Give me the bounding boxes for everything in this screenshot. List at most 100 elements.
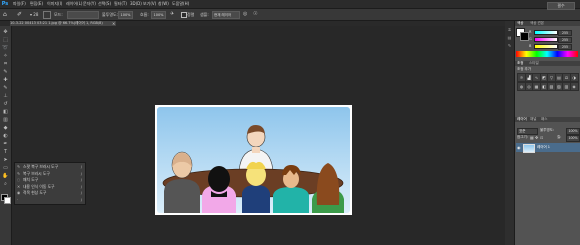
menu-item-3[interactable]: 레이어(L) (66, 0, 82, 8)
eraser-icon[interactable]: ◧ (2, 110, 9, 115)
menu-item-10[interactable]: 도움말(H) (172, 0, 189, 8)
menu-item-0[interactable]: 파일(F) (13, 0, 26, 8)
blue-channel-label: B (529, 44, 532, 48)
blend-mode-select[interactable]: 표준 (517, 128, 538, 135)
clone-stamp-tool-icon[interactable]: ✐ (17, 10, 26, 19)
tab-layers[interactable]: 레이어 (517, 117, 527, 122)
flyout-item-label: 패치 도구 (23, 177, 39, 183)
adjustments-panel-header (515, 61, 580, 66)
green-channel-value[interactable]: 255 (558, 37, 572, 43)
flyout-item[interactable]: · J (17, 197, 83, 203)
brush-size-label: ▾ 28 (30, 12, 39, 17)
airbrush-icon[interactable]: ✈ (170, 10, 176, 19)
layer-visibility-icon[interactable]: ◉ (517, 145, 521, 150)
bw-icon[interactable]: ◑ (569, 73, 579, 82)
background-color-swatch[interactable] (4, 197, 11, 204)
menu-item-9[interactable]: 창(W) (158, 0, 169, 8)
brush-settings-icon[interactable]: ✎ (507, 43, 512, 48)
red-channel-slider[interactable] (534, 30, 558, 35)
flyout-item[interactable]: ✎ 복구 브러시 도구 J (17, 171, 83, 177)
red-channel-value[interactable]: 255 (558, 30, 572, 36)
lock-position-icon[interactable]: ✥ (535, 135, 538, 140)
green-channel-slider[interactable] (534, 37, 558, 42)
menu-item-6[interactable]: 필터(T) (114, 0, 127, 8)
blue-channel-slider[interactable] (534, 44, 558, 49)
pressure-icon[interactable]: ☉ (253, 10, 259, 19)
flyout-item[interactable]: ◉ 적목 현상 도구 J (17, 190, 83, 196)
move-tool-icon[interactable]: ✥ (2, 30, 9, 35)
menu-item-1[interactable]: 편집(E) (30, 0, 43, 8)
close-tab-icon[interactable]: × (112, 21, 116, 26)
lock-pixels-icon[interactable]: ▦ (530, 135, 534, 140)
dodge-tool-icon[interactable]: ◐ (2, 134, 9, 139)
ignore-adjustment-icon[interactable]: ◎ (243, 10, 249, 19)
panel-background-swatch[interactable] (520, 32, 529, 41)
tab-color[interactable]: 색상 (517, 21, 523, 26)
quick-select-icon[interactable]: ✧ (2, 54, 9, 59)
tab-adjustments[interactable]: 조정 (517, 61, 523, 66)
properties-icon[interactable]: ▤ (507, 35, 512, 40)
lasso-tool-icon[interactable]: ➰ (2, 46, 9, 51)
flow-field[interactable]: 100% (151, 11, 166, 19)
layer-thumbnail (523, 144, 535, 153)
history-brush-icon[interactable]: ↺ (2, 102, 9, 107)
tab-paths[interactable]: 패스 (541, 117, 547, 122)
blur-tool-icon[interactable]: ◆ (2, 126, 9, 131)
sample-label: 샘플: (200, 12, 209, 17)
menu-item-8[interactable]: 보기(V) (143, 0, 156, 8)
flyout-item[interactable]: ◌ 패치 도구 J (17, 177, 83, 183)
workspace-select[interactable]: 필수 (547, 2, 575, 10)
hand-tool-icon[interactable]: ✋ (2, 174, 9, 179)
flyout-shortcut-key: J (80, 164, 82, 169)
layer-name[interactable]: 레이어 1 (537, 145, 550, 150)
menu-item-7[interactable]: 3D(D) (130, 0, 142, 8)
flyout-item-label: 내용 인식 이동 도구 (23, 183, 55, 189)
path-select-icon[interactable]: ➤ (2, 158, 9, 163)
align-label: 정렬 (187, 12, 195, 17)
brush-panel-icon[interactable] (43, 11, 51, 19)
tab-swatches[interactable]: 색상 견본 (530, 21, 544, 26)
document-canvas[interactable] (155, 105, 352, 215)
fill-field[interactable]: 100% (566, 135, 580, 142)
flyout-item[interactable]: ✕ 내용 인식 이동 도구 J (17, 184, 83, 190)
flyout-shortcut-key: J (80, 183, 82, 189)
menu-item-4[interactable]: 문자(Y) (83, 0, 96, 8)
eyedropper-icon[interactable]: ✎ (2, 70, 9, 75)
opacity-label: 불투명도: (102, 12, 119, 17)
zoom-tool-icon[interactable]: ⌕ (2, 182, 9, 187)
healing-brush-tool-icon[interactable]: ✚ (2, 78, 9, 83)
mode-select[interactable] (67, 11, 99, 19)
tab-styles[interactable]: 스타일 (529, 61, 539, 66)
home-icon[interactable]: ⌂ (3, 10, 11, 19)
brush-tool-icon[interactable]: ✎ (2, 86, 9, 91)
menu-item-5[interactable]: 선택(S) (98, 0, 111, 8)
sample-select[interactable]: 현재 레이어 (212, 11, 240, 19)
lock-all-icon[interactable]: ⊡ (540, 135, 543, 140)
pen-tool-icon[interactable]: ✒ (2, 142, 9, 147)
layer-opacity-field[interactable]: 100% (566, 128, 580, 135)
color-panel-header (515, 21, 580, 26)
flyout-item[interactable]: ✎ 스팟 복구 브러시 도구 J (17, 164, 83, 170)
blue-channel-value[interactable]: 255 (558, 44, 572, 50)
panel-icon-strip (505, 21, 515, 245)
photoshop-logo: Ps (1, 1, 9, 7)
flyout-shortcut-key: J (80, 170, 82, 176)
menu-item-2[interactable]: 이미지(I) (47, 0, 62, 8)
lock-label: 잠그기: (517, 135, 528, 139)
type-tool-icon[interactable]: T (2, 150, 9, 155)
crop-tool-icon[interactable]: ⌗ (2, 62, 9, 67)
color-spectrum-bar[interactable] (516, 51, 578, 57)
gradient-tool-icon[interactable]: ▥ (2, 118, 9, 123)
opacity-field[interactable]: 100% (118, 11, 133, 19)
tab-channels[interactable]: 채널 (530, 117, 536, 122)
history-icon[interactable]: ⧖ (507, 27, 512, 32)
shape-tool-icon[interactable]: ▭ (2, 166, 9, 171)
document-tab-title: 10-3-22 00413 03:21 1.jpg @ 66.7%(레이어 1,… (10, 21, 103, 25)
document-tab[interactable]: 10-3-22 00413 03:21 1.jpg @ 66.7%(레이어 1,… (10, 21, 116, 26)
flow-label: 흐름: (140, 12, 149, 17)
flyout-item-label: 스팟 복구 브러시 도구 (23, 164, 59, 169)
clone-stamp-icon[interactable]: ⊥ (2, 94, 9, 99)
marquee-tool-icon[interactable]: ⬚ (2, 38, 9, 43)
selective-color-icon[interactable]: ◈ (569, 82, 579, 91)
mode-label: 모드: (54, 12, 63, 17)
